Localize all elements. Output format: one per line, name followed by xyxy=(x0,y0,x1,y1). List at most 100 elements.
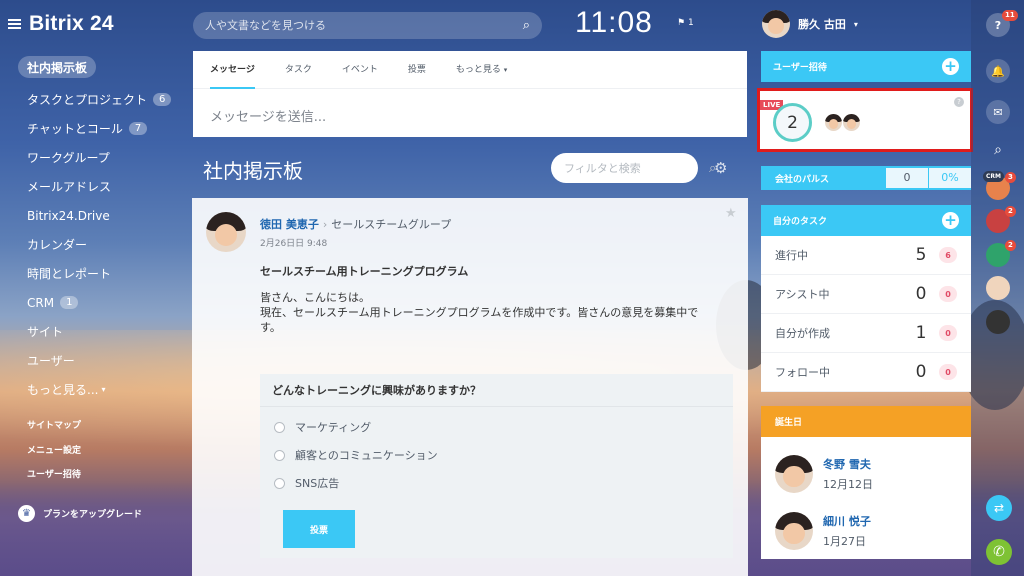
search-icon[interactable]: ⌕ xyxy=(986,138,1010,162)
sitemap-link[interactable]: サイトマップ xyxy=(27,418,81,431)
live-online-widget[interactable]: LIVE 2 ? xyxy=(757,88,973,152)
task-counter-badge: 6 xyxy=(939,247,957,263)
clock[interactable]: 11:08 xyxy=(575,6,653,40)
invite-users-bar[interactable]: ユーザー招待 + xyxy=(761,51,971,82)
menu-icon[interactable] xyxy=(8,19,21,29)
vote-button[interactable]: 投票 xyxy=(283,510,355,548)
post-composer: メッセージ タスク イベント 投票 もっと見る ▾ メッセージを送信... xyxy=(193,51,747,137)
phone-icon[interactable]: ✆ xyxy=(986,539,1012,565)
avatar[interactable] xyxy=(843,114,860,131)
group-link[interactable]: セールスチームグループ xyxy=(331,216,451,232)
birthday-item[interactable]: 細川 悦子 1月27日 xyxy=(761,502,971,559)
chevron-down-icon: ▾ xyxy=(101,385,106,394)
tab-more-label: もっと見る xyxy=(455,64,501,75)
search-input[interactable] xyxy=(205,19,523,32)
task-row-following[interactable]: フォロー中 0 0 xyxy=(761,353,971,392)
task-row-in-progress[interactable]: 進行中 5 6 xyxy=(761,236,971,275)
birthday-date: 12月12日 xyxy=(823,477,873,491)
birthdays-list: 冬野 雪夫 12月12日 細川 悦子 1月27日 xyxy=(761,437,971,559)
avatar[interactable] xyxy=(775,511,813,550)
bell-icon[interactable]: 🔔 xyxy=(986,59,1010,83)
birthday-name[interactable]: 冬野 雪夫 xyxy=(823,456,873,472)
task-count: 5 xyxy=(915,245,927,265)
task-count: 0 xyxy=(915,284,927,304)
search-icon[interactable]: ⌕ xyxy=(523,18,530,33)
company-pulse[interactable]: 会社のパルス 0 0% xyxy=(761,166,971,190)
star-icon[interactable]: ★ xyxy=(725,206,737,221)
user-menu[interactable]: 勝久 古田 ▾ xyxy=(762,10,858,38)
sidebar-item-time-reports[interactable]: 時間とレポート xyxy=(18,259,188,288)
left-sidebar: Bitrix 24 社内掲示板 タスクとプロジェクト 6 チャットとコール 7 ワー… xyxy=(0,0,192,576)
sidebar-item-chat[interactable]: チャットとコール 7 xyxy=(18,114,188,143)
online-count: 2 xyxy=(773,103,812,142)
sidebar-item-users[interactable]: ユーザー xyxy=(18,346,188,375)
sidebar-item-label: ユーザー xyxy=(27,354,75,368)
filter-input[interactable] xyxy=(564,161,709,175)
author-name[interactable]: 徳田 美恵子 xyxy=(260,216,319,232)
task-label: フォロー中 xyxy=(775,366,830,379)
task-count: 1 xyxy=(915,323,927,343)
poll-option[interactable]: マーケティング xyxy=(260,413,733,441)
task-row-assisting[interactable]: アシスト中 0 0 xyxy=(761,275,971,314)
my-tasks-header[interactable]: 自分のタスク + xyxy=(761,205,971,236)
logo-number: 24 xyxy=(89,12,114,35)
avatar[interactable] xyxy=(775,454,813,493)
birthdays-panel: 誕生日 冬野 雪夫 12月12日 細川 悦子 1月27日 xyxy=(761,406,971,559)
contact-avatar[interactable] xyxy=(986,310,1010,334)
crown-icon: ♛ xyxy=(18,505,35,522)
sidebar-item-sites[interactable]: サイト xyxy=(18,317,188,346)
sidebar-item-calendar[interactable]: カレンダー xyxy=(18,230,188,259)
flag-counter[interactable]: ⚑ 1 xyxy=(677,18,694,28)
flag-icon: ⚑ xyxy=(677,18,686,28)
task-row-created[interactable]: 自分が作成 1 0 xyxy=(761,314,971,353)
poll-option[interactable]: SNS広告 xyxy=(260,469,733,497)
avatar[interactable] xyxy=(206,212,246,252)
tab-more[interactable]: もっと見る ▾ xyxy=(456,51,507,89)
main-nav: 社内掲示板 タスクとプロジェクト 6 チャットとコール 7 ワークグループ メールア… xyxy=(18,56,188,404)
my-tasks-title: 自分のタスク xyxy=(773,217,828,227)
feed-filter[interactable]: ⌕ xyxy=(551,153,716,183)
sidebar-item-mail[interactable]: メールアドレス xyxy=(18,172,188,201)
feed-post: 徳田 美恵子 › セールスチームグループ 2月26日日 9:48 ★ セールスチ… xyxy=(192,198,748,576)
poll-option[interactable]: 顧客とのコミュニケーション xyxy=(260,441,733,469)
plus-icon[interactable]: + xyxy=(942,58,959,75)
contact-avatar[interactable] xyxy=(986,276,1010,300)
chat-icon[interactable]: ✉ xyxy=(986,100,1010,124)
pulse-value: 0 xyxy=(886,168,928,188)
birthday-item[interactable]: 冬野 雪夫 12月12日 xyxy=(761,445,971,502)
sidebar-item-label: タスクとプロジェクト xyxy=(27,93,148,107)
pulse-label: 会社のパルス xyxy=(775,174,830,185)
menu-settings-link[interactable]: メニュー設定 xyxy=(27,443,81,456)
sidebar-item-crm[interactable]: CRM 1 xyxy=(18,288,188,317)
call-transfer-icon[interactable]: ⇄ xyxy=(986,495,1012,521)
upgrade-plan-button[interactable]: ♛ プランをアップグレード xyxy=(18,505,142,522)
radio-button[interactable] xyxy=(274,449,285,461)
tab-poll[interactable]: 投票 xyxy=(408,51,426,89)
logo[interactable]: Bitrix 24 xyxy=(8,12,114,36)
birthday-date: 1月27日 xyxy=(823,534,866,548)
notification-badge: 3 xyxy=(1005,172,1016,183)
poll-option-label: SNS広告 xyxy=(295,477,340,490)
sidebar-item-label: CRM xyxy=(27,295,55,310)
sidebar-item-tasks[interactable]: タスクとプロジェクト 6 xyxy=(18,85,188,114)
tab-task[interactable]: タスク xyxy=(285,51,312,89)
plus-icon[interactable]: + xyxy=(942,212,959,229)
message-input[interactable]: メッセージを送信... xyxy=(193,89,747,142)
tab-message[interactable]: メッセージ xyxy=(210,51,255,89)
global-search[interactable]: ⌕ xyxy=(193,12,542,39)
help-icon[interactable]: ? xyxy=(954,97,964,107)
sidebar-item-feed[interactable]: 社内掲示板 xyxy=(18,56,96,78)
radio-button[interactable] xyxy=(274,477,285,489)
sidebar-item-more[interactable]: もっと見る... ▾ xyxy=(18,375,188,404)
sidebar-item-workgroups[interactable]: ワークグループ xyxy=(18,143,188,172)
tab-event[interactable]: イベント xyxy=(342,51,378,89)
radio-button[interactable] xyxy=(274,421,285,433)
invite-users-link[interactable]: ユーザー招待 xyxy=(27,467,81,480)
pulse-panel: 会社のパルス 0 0% xyxy=(761,166,971,190)
sidebar-item-drive[interactable]: Bitrix24.Drive xyxy=(18,201,188,230)
avatar[interactable] xyxy=(825,114,842,131)
task-counter-badge: 0 xyxy=(939,325,957,341)
post-date[interactable]: 2月26日日 9:48 xyxy=(260,236,327,249)
birthday-name[interactable]: 細川 悦子 xyxy=(823,513,871,529)
gear-icon[interactable]: ⚙ xyxy=(714,159,727,177)
